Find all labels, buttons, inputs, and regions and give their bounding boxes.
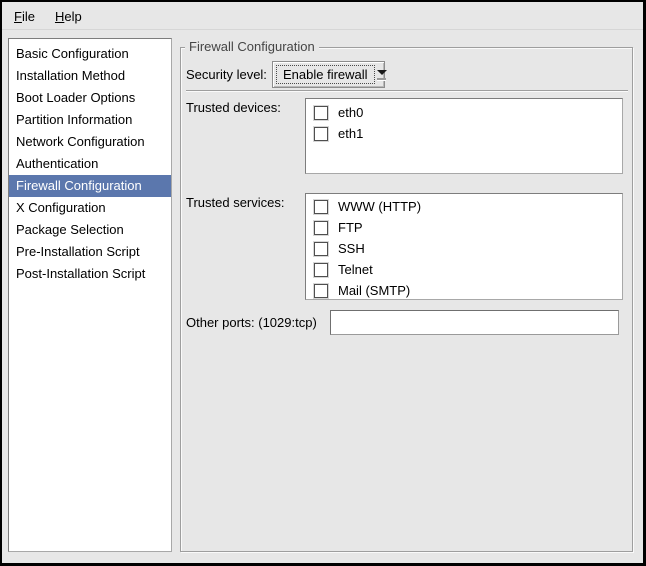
checkbox-ssh[interactable]: [314, 242, 328, 256]
device-row-eth1[interactable]: eth1: [306, 123, 622, 144]
service-label: Telnet: [338, 262, 373, 277]
service-label: SSH: [338, 241, 365, 256]
checkbox-telnet[interactable]: [314, 263, 328, 277]
application-window: { "menu": { "items": [ { "mnemonic": "F"…: [0, 0, 646, 566]
horizontal-separator: [186, 90, 628, 92]
sidebar-item-basic-configuration[interactable]: Basic Configuration: [9, 43, 171, 65]
trusted-devices-label: Trusted devices:: [186, 100, 281, 115]
device-label: eth0: [338, 105, 363, 120]
security-level-label: Security level:: [186, 61, 267, 88]
service-label: WWW (HTTP): [338, 199, 421, 214]
security-level-value: Enable firewall: [276, 65, 375, 84]
sidebar-item-authentication[interactable]: Authentication: [9, 153, 171, 175]
menu-bar: File Help: [2, 2, 643, 30]
menu-file[interactable]: File: [4, 2, 45, 30]
sidebar-item-boot-loader-options[interactable]: Boot Loader Options: [9, 87, 171, 109]
sidebar-item-partition-information[interactable]: Partition Information: [9, 109, 171, 131]
firewall-configuration-frame: Firewall Configuration Security level: E…: [180, 47, 633, 552]
service-row-ftp[interactable]: FTP: [306, 217, 622, 238]
menu-file-label: File: [14, 9, 35, 24]
trusted-devices-list: eth0 eth1: [305, 98, 623, 174]
menu-help-label: Help: [55, 9, 82, 24]
sidebar-item-post-installation-script[interactable]: Post-Installation Script: [9, 263, 171, 285]
sidebar-item-network-configuration[interactable]: Network Configuration: [9, 131, 171, 153]
service-row-ssh[interactable]: SSH: [306, 238, 622, 259]
device-label: eth1: [338, 126, 363, 141]
service-row-www-http[interactable]: WWW (HTTP): [306, 196, 622, 217]
checkbox-eth0[interactable]: [314, 106, 328, 120]
service-label: Mail (SMTP): [338, 283, 410, 298]
security-level-dropdown[interactable]: Enable firewall: [272, 61, 385, 88]
sidebar-item-pre-installation-script[interactable]: Pre-Installation Script: [9, 241, 171, 263]
checkbox-www-http[interactable]: [314, 200, 328, 214]
service-row-mail-smtp[interactable]: Mail (SMTP): [306, 280, 622, 300]
category-list: Basic Configuration Installation Method …: [8, 38, 172, 552]
sidebar-item-firewall-configuration[interactable]: Firewall Configuration: [9, 175, 171, 197]
trusted-services-label: Trusted services:: [186, 195, 285, 210]
chevron-down-icon: [377, 64, 387, 85]
checkbox-eth1[interactable]: [314, 127, 328, 141]
other-ports-input[interactable]: [330, 310, 619, 335]
menu-help[interactable]: Help: [45, 2, 92, 30]
frame-title: Firewall Configuration: [185, 39, 319, 55]
service-label: FTP: [338, 220, 363, 235]
device-row-eth0[interactable]: eth0: [306, 102, 622, 123]
other-ports-label: Other ports: (1029:tcp): [186, 310, 317, 335]
trusted-services-list: WWW (HTTP) FTP SSH Telnet Mail (SMTP): [305, 193, 623, 300]
sidebar-item-package-selection[interactable]: Package Selection: [9, 219, 171, 241]
sidebar-item-installation-method[interactable]: Installation Method: [9, 65, 171, 87]
checkbox-ftp[interactable]: [314, 221, 328, 235]
checkbox-mail-smtp[interactable]: [314, 284, 328, 298]
service-row-telnet[interactable]: Telnet: [306, 259, 622, 280]
sidebar-item-x-configuration[interactable]: X Configuration: [9, 197, 171, 219]
